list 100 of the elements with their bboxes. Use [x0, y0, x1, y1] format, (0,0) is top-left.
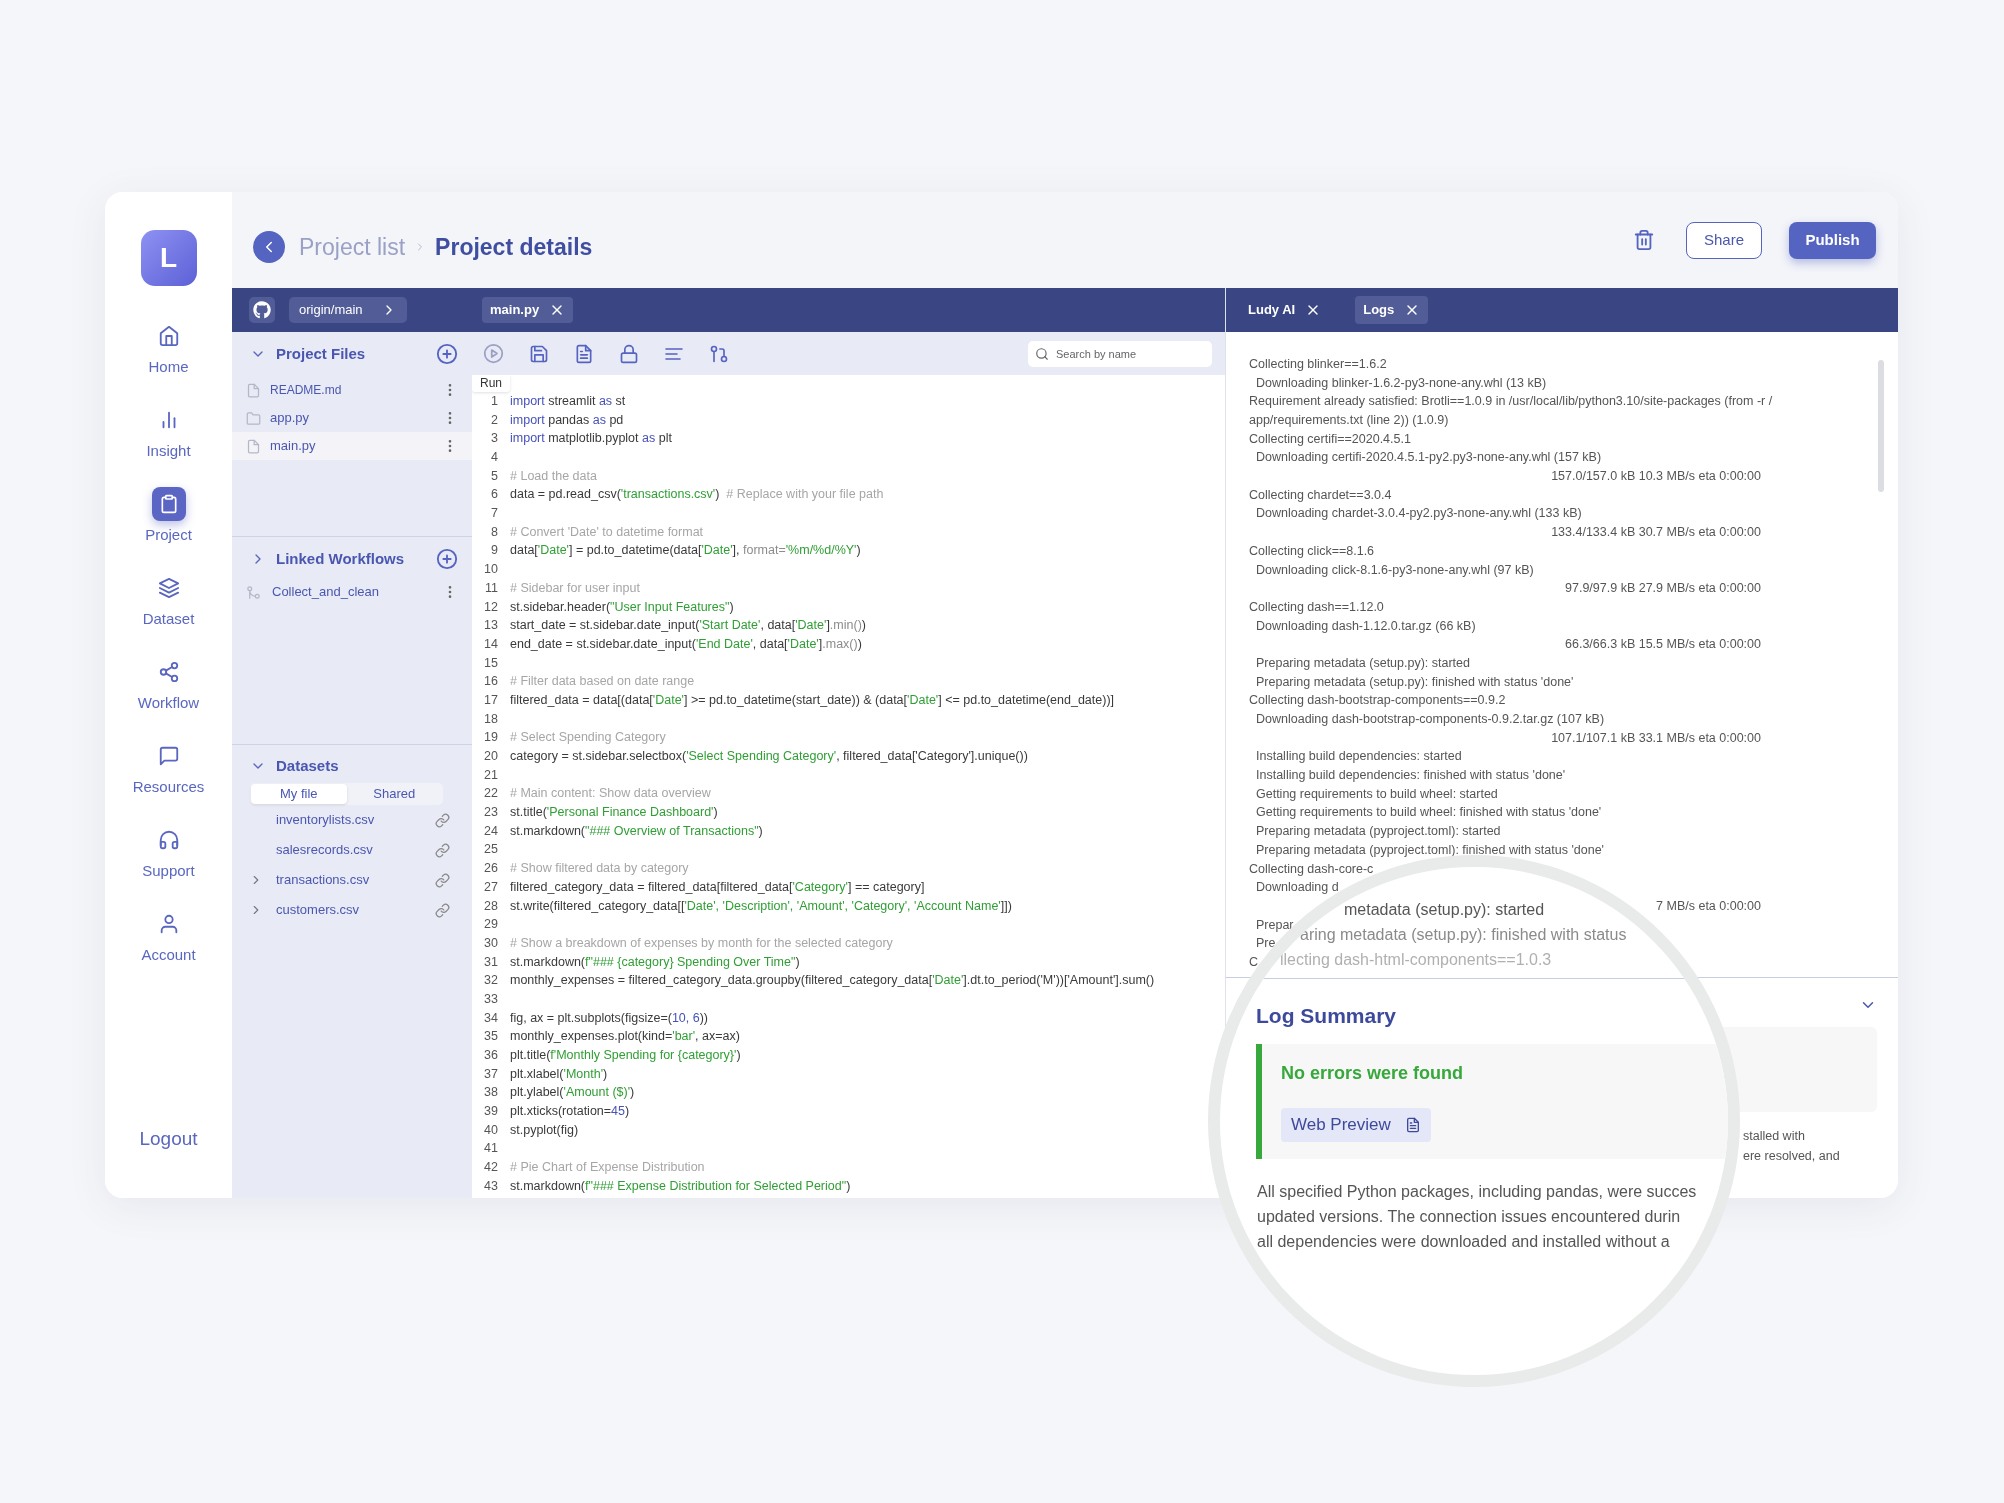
- summary-paragraph-line: All specified Python packages, including pandas, were succes: [1257, 1182, 1697, 1202]
- headset-icon: [157, 829, 180, 851]
- panel-tab[interactable]: Logs: [1355, 296, 1429, 324]
- link-icon[interactable]: [435, 842, 450, 858]
- save-icon[interactable]: [529, 343, 549, 364]
- log-line: Downloading dash-bootstrap-components-0.9.2.tar.gz (107 kB): [1256, 711, 1605, 729]
- app-logo[interactable]: L: [140, 230, 197, 286]
- link-icon[interactable]: [435, 902, 450, 918]
- nav-item[interactable]: Support: [113, 823, 224, 907]
- code-line: # Convert 'Date' to datetime format: [510, 523, 704, 541]
- log-line: Collecting dash==1.12.0: [1249, 598, 1384, 616]
- code-line: filtered_category_data = filtered_data[filtered_data['Category'] == category]: [510, 878, 925, 896]
- lock-icon[interactable]: [619, 343, 639, 364]
- log-summary-title: Log Summary: [1256, 1003, 1397, 1029]
- git-compare-icon[interactable]: [709, 343, 729, 364]
- dataset-row[interactable]: inventorylists.csv: [232, 805, 472, 835]
- log-line: Getting requirements to build wheel: started: [1256, 785, 1498, 803]
- github-icon: [253, 301, 271, 319]
- line-number: 32: [483, 972, 498, 990]
- nav-item[interactable]: Project: [113, 487, 224, 571]
- line-number: 31: [483, 953, 498, 971]
- log-line: 97.9/97.9 kB 27.9 MB/s eta 0:00:00: [1565, 580, 1761, 598]
- code-line: import streamlit as st: [510, 392, 626, 410]
- code-line: filtered_data = data[(data['Date'] >= pd.to_datetime(start_date)) & (data['Date'] <= pd.to_datetime(end_date))]: [510, 691, 1115, 709]
- line-number: 2: [490, 411, 498, 429]
- code-line: st.sidebar.header("User Input Features"): [510, 598, 734, 616]
- line-number: 41: [483, 1140, 498, 1158]
- search-field[interactable]: Search by name: [1028, 340, 1212, 367]
- code-line: plt.xticks(rotation=45): [510, 1103, 630, 1121]
- link-icon[interactable]: [435, 812, 450, 828]
- share-button[interactable]: Share: [1686, 221, 1762, 259]
- nav-item[interactable]: Account: [113, 907, 224, 991]
- code-line: fig, ax = plt.subplots(figsize=(10, 6)): [510, 1009, 709, 1027]
- line-number: 33: [483, 990, 498, 1008]
- code-line: # Sidebar for user input: [510, 579, 640, 597]
- line-number: 36: [483, 1047, 498, 1065]
- line-number: 20: [483, 748, 498, 766]
- log-line: Downloading chardet-3.0.4-py2.py3-none-any.whl (133 kB): [1256, 505, 1582, 523]
- nav-item[interactable]: Home: [113, 319, 224, 403]
- nav-item[interactable]: Insight: [113, 403, 224, 487]
- line-number: 7: [490, 505, 498, 523]
- add-file-icon[interactable]: [436, 343, 458, 365]
- line-number: 42: [483, 1159, 498, 1177]
- add-workflow-icon[interactable]: [436, 548, 458, 570]
- log-line: Preparing metadata (pyproject.toml): finished with status 'done': [1256, 841, 1604, 859]
- dataset-row[interactable]: customers.csv: [232, 895, 472, 925]
- code-line: # Main content: Show data overview: [510, 785, 711, 803]
- logout-link[interactable]: Logout: [139, 1124, 198, 1153]
- dataset-row[interactable]: transactions.csv: [232, 865, 472, 895]
- branch-selector[interactable]: origin/main: [289, 297, 407, 323]
- home-icon: [157, 325, 180, 347]
- panel-tab[interactable]: Ludy AI: [1240, 296, 1330, 324]
- line-number: 16: [483, 673, 498, 691]
- nav-item[interactable]: Resources: [113, 739, 224, 823]
- link-icon[interactable]: [435, 872, 450, 888]
- log-line: Installing build dependencies: finished with status 'done': [1256, 767, 1566, 785]
- line-number: 25: [483, 841, 498, 859]
- log-line: 107.1/107.1 kB 33.1 MB/s eta 0:00:00: [1551, 729, 1761, 747]
- line-number: 37: [483, 1065, 498, 1083]
- summary-text: ere resolved, and: [1743, 1148, 1841, 1165]
- log-line: metadata (setup.py): started: [1344, 901, 1545, 918]
- code-line: plt.ylabel('Amount ($)'): [510, 1084, 635, 1102]
- segment-tab[interactable]: Shared: [346, 784, 442, 804]
- folder-icon: [246, 410, 261, 426]
- file-row[interactable]: README.md: [232, 376, 472, 404]
- log-line: C: [1249, 953, 1259, 971]
- breadcrumb-link[interactable]: Project details: [435, 229, 593, 265]
- log-line: Prepar: [1256, 916, 1294, 934]
- code-line: import pandas as pd: [510, 411, 624, 429]
- workflow-row[interactable]: Collect_and_clean: [232, 578, 472, 606]
- line-number: 14: [483, 635, 498, 653]
- line-number: 35: [483, 1028, 498, 1046]
- nav-item[interactable]: Dataset: [113, 571, 224, 655]
- log-line: Getting requirements to build wheel: finished with status 'done': [1256, 804, 1602, 822]
- dataset-row[interactable]: salesrecords.csv: [232, 835, 472, 865]
- file-row[interactable]: main.py: [232, 432, 472, 460]
- file-row[interactable]: app.py: [232, 404, 472, 432]
- code-line: st.markdown("### Overview of Transactions"): [510, 822, 763, 840]
- back-button[interactable]: [253, 231, 285, 263]
- code-line: plt.xlabel('Month'): [510, 1065, 608, 1083]
- web-preview-button[interactable]: Web Preview: [1281, 1108, 1431, 1142]
- log-line: 7 MB/s eta 0:00:00: [1656, 897, 1761, 915]
- line-number: 13: [483, 617, 498, 635]
- nav-item[interactable]: Workflow: [113, 655, 224, 739]
- code-line: data = pd.read_csv('transactions.csv') # Replace with your file path: [510, 486, 884, 504]
- editor-tab[interactable]: main.py: [482, 297, 574, 323]
- github-button[interactable]: [249, 297, 275, 323]
- line-number: 3: [490, 430, 498, 448]
- file-icon: [246, 438, 261, 454]
- segment-tab[interactable]: My file: [251, 784, 347, 804]
- code-line: # Load the data: [510, 467, 597, 485]
- log-line: 157.0/157.0 kB 10.3 MB/s eta 0:00:00: [1551, 468, 1761, 486]
- log-line: Preparing metadata (setup.py): started: [1256, 654, 1470, 672]
- log-line: Collecting dash-bootstrap-components==0.9.2: [1249, 692, 1506, 710]
- line-number: 38: [483, 1084, 498, 1102]
- trash-icon[interactable]: [1633, 228, 1655, 252]
- code-line: st.markdown(f"### Expense Distribution for Selected Period"): [510, 1177, 851, 1195]
- line-number: 29: [483, 916, 498, 934]
- publish-button[interactable]: Publish: [1789, 221, 1876, 259]
- line-number: 15: [483, 654, 498, 672]
